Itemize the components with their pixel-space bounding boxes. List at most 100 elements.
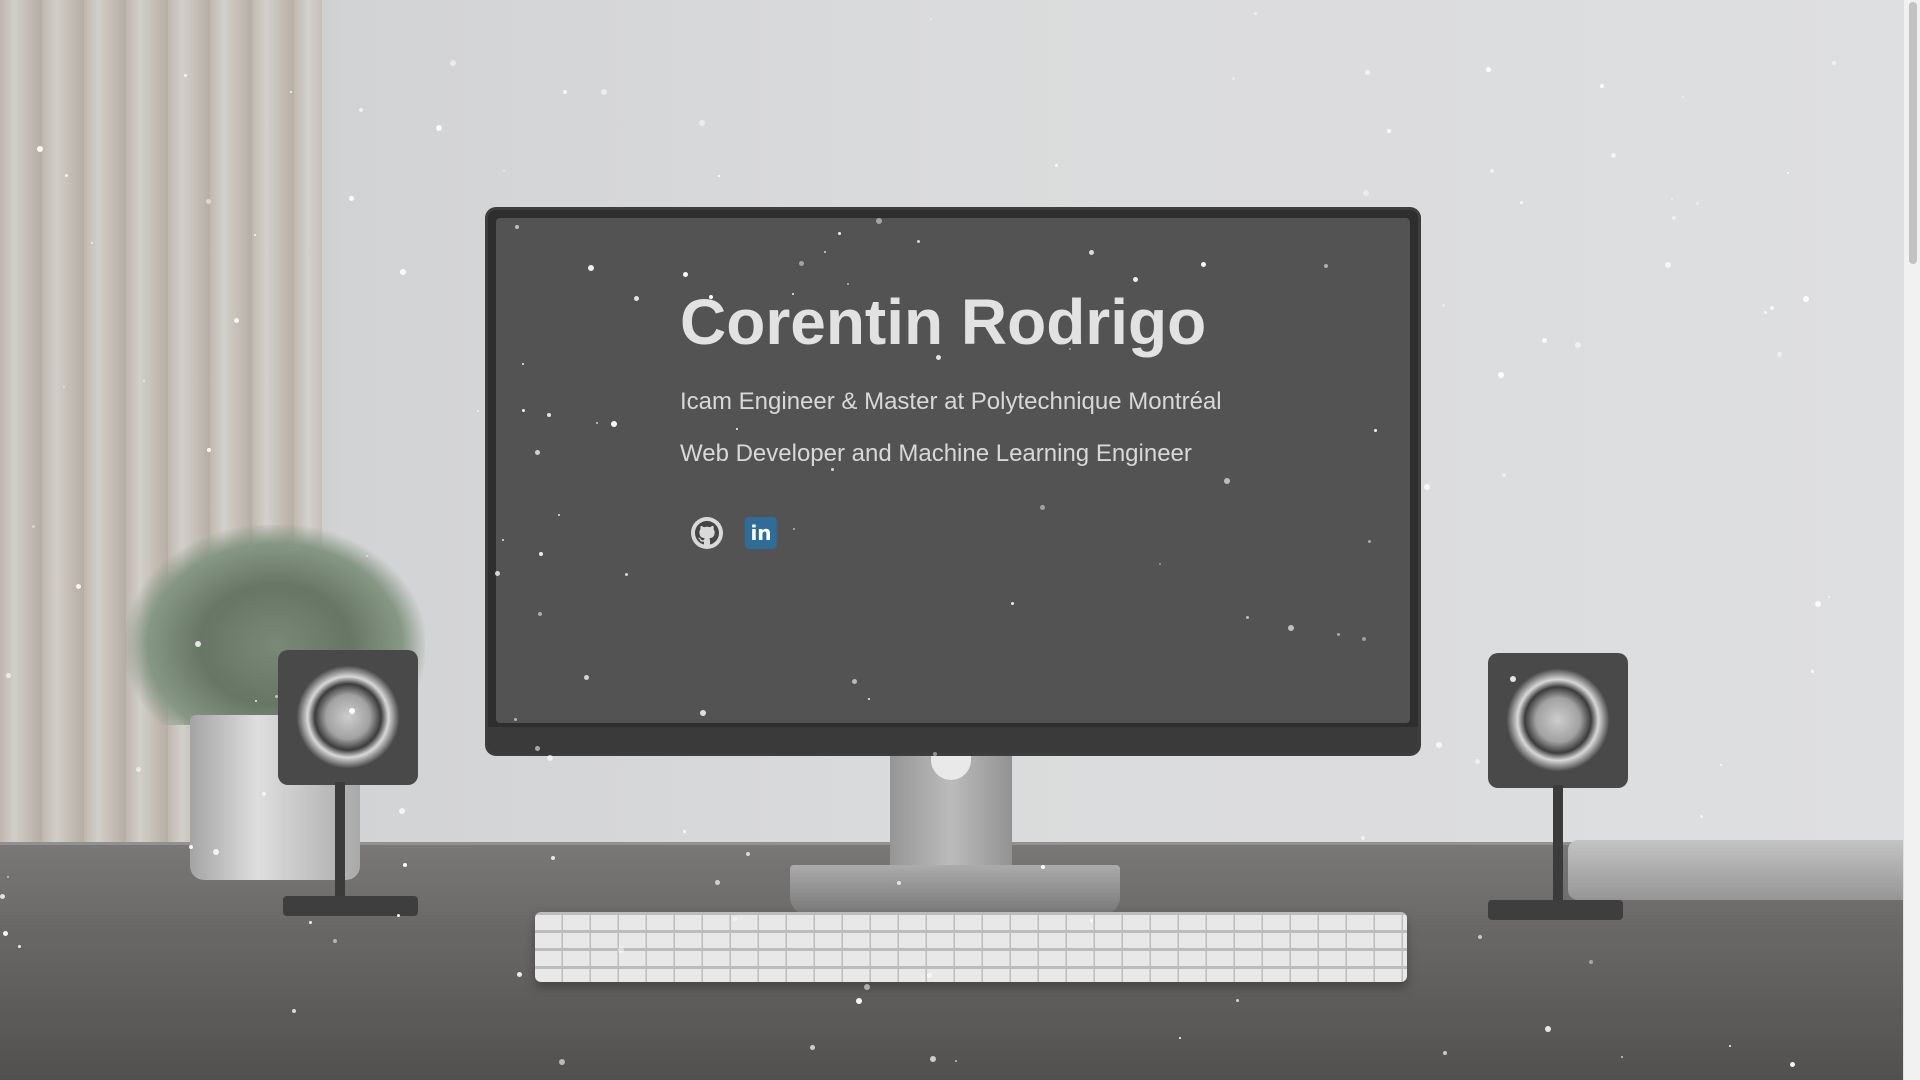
star <box>1777 352 1782 357</box>
right-speaker <box>1488 653 1628 788</box>
star <box>917 240 920 243</box>
keyboard <box>535 912 1407 982</box>
star <box>746 852 750 856</box>
star <box>234 318 239 323</box>
star <box>1611 153 1616 158</box>
star <box>1179 1037 1181 1039</box>
star <box>535 450 540 455</box>
star <box>1671 198 1673 200</box>
star <box>1600 84 1604 88</box>
star <box>1729 1045 1731 1047</box>
star <box>515 225 519 229</box>
hero-name: Corentin Rodrigo <box>680 286 1207 358</box>
star <box>1090 919 1093 922</box>
star <box>831 468 834 471</box>
star <box>1201 262 1206 267</box>
star <box>1475 759 1480 764</box>
star <box>366 555 368 557</box>
star <box>184 74 187 77</box>
star <box>1040 505 1045 510</box>
star <box>1665 262 1671 268</box>
star <box>290 91 292 93</box>
right-speaker-foot <box>1488 900 1623 920</box>
star <box>399 808 405 814</box>
star <box>868 698 870 700</box>
linkedin-link[interactable]: in <box>744 516 778 550</box>
star <box>3 931 8 936</box>
star <box>634 296 639 301</box>
scrollbar-thumb[interactable] <box>1909 2 1917 264</box>
star <box>1720 764 1722 766</box>
star <box>275 695 278 698</box>
star <box>32 525 35 528</box>
monitor-stand-base <box>790 865 1120 915</box>
star <box>1520 201 1523 204</box>
star <box>349 708 355 714</box>
hero-tagline-2: Web Developer and Machine Learning Engin… <box>680 440 1192 467</box>
star <box>838 232 841 235</box>
star <box>195 641 201 647</box>
star <box>1700 815 1703 818</box>
star <box>522 363 524 365</box>
star <box>1696 202 1699 205</box>
star <box>495 571 500 576</box>
star <box>189 845 193 849</box>
star <box>1575 342 1581 348</box>
star <box>1361 836 1365 840</box>
star <box>1365 70 1370 75</box>
star <box>611 421 617 427</box>
star <box>559 1059 565 1065</box>
star <box>206 199 211 204</box>
star <box>1803 296 1809 302</box>
left-speaker-foot <box>283 896 418 916</box>
star <box>1133 277 1138 282</box>
github-link[interactable] <box>690 516 724 550</box>
star <box>63 386 65 388</box>
star <box>309 921 312 924</box>
star <box>933 752 937 756</box>
star <box>1387 129 1391 133</box>
star <box>65 174 68 177</box>
star <box>1337 633 1340 636</box>
star <box>1436 742 1442 748</box>
star <box>1089 250 1094 255</box>
star <box>547 755 553 761</box>
star <box>1498 372 1504 378</box>
star <box>856 998 862 1004</box>
star <box>1246 616 1249 619</box>
star <box>503 170 505 172</box>
star <box>450 60 456 66</box>
star <box>1787 172 1789 174</box>
star <box>37 146 43 152</box>
star <box>349 196 354 201</box>
star <box>254 234 256 236</box>
star <box>596 422 598 424</box>
star <box>1545 1026 1551 1032</box>
star <box>1589 960 1593 964</box>
star <box>601 89 607 95</box>
star <box>539 552 543 556</box>
star <box>618 947 624 953</box>
star <box>1236 999 1239 1002</box>
star <box>1478 935 1482 939</box>
star <box>535 746 540 751</box>
right-speaker-stand <box>1553 785 1563 905</box>
star <box>1442 304 1445 307</box>
scrollbar[interactable] <box>1903 0 1920 1080</box>
star <box>1224 478 1230 484</box>
background-scene <box>0 0 1904 1080</box>
star <box>588 265 594 271</box>
star <box>477 410 479 412</box>
star <box>1368 540 1371 543</box>
star <box>927 973 932 978</box>
star <box>1811 670 1814 673</box>
star <box>359 108 363 112</box>
star <box>700 710 706 716</box>
star <box>625 573 628 576</box>
star <box>403 863 407 867</box>
star <box>213 849 219 855</box>
star <box>1486 67 1491 72</box>
star <box>930 1056 936 1062</box>
star <box>715 880 720 885</box>
star <box>558 514 560 516</box>
